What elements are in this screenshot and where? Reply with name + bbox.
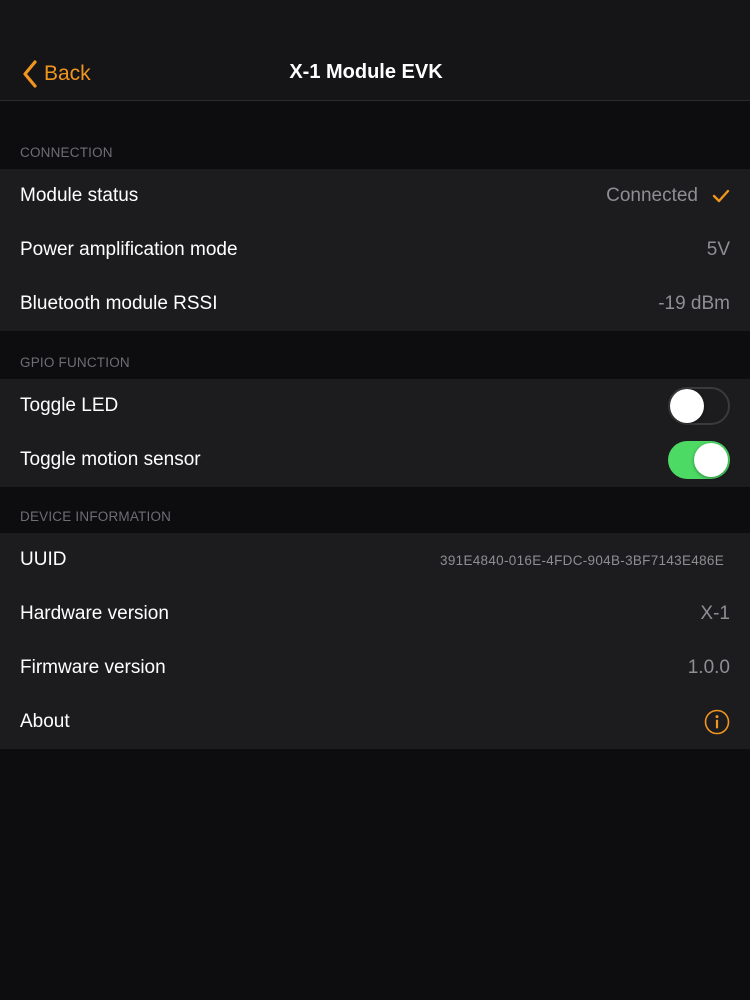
rssi-label: Bluetooth module RSSI [20,293,218,314]
toggle-motion-switch[interactable] [668,441,730,479]
switch-knob [694,443,728,477]
toggle-motion-label: Toggle motion sensor [20,449,201,470]
row-power-mode[interactable]: Power amplification mode 5V [0,223,750,277]
row-toggle-led: Toggle LED [0,379,750,433]
module-status-label: Module status [20,185,139,206]
row-module-status[interactable]: Module status Connected [0,169,750,223]
switch-knob [670,389,704,423]
row-about[interactable]: About [0,695,750,749]
module-status-value: Connected [606,185,698,206]
group-device: UUID 391E4840-016E-4FDC-904B-3BF7143E486… [0,533,750,749]
power-mode-label: Power amplification mode [20,239,238,260]
uuid-label: UUID [20,549,67,570]
firmware-version-label: Firmware version [20,657,166,678]
empty-background [0,752,750,1000]
section-header-connection: CONNECTION [0,123,750,169]
page-title: X-1 Module EVK [289,61,443,83]
about-label: About [20,711,70,732]
toggle-led-switch[interactable] [668,387,730,425]
top-spacer [0,101,750,123]
row-rssi: Bluetooth module RSSI -19 dBm [0,277,750,331]
row-toggle-motion: Toggle motion sensor [0,433,750,487]
hardware-version-label: Hardware version [20,603,169,624]
row-firmware-version: Firmware version 1.0.0 [0,641,750,695]
row-hardware-version: Hardware version X-1 [0,587,750,641]
checkmark-icon [712,189,730,203]
module-status-value-wrap: Connected [606,185,730,207]
info-icon[interactable] [704,709,730,735]
power-mode-value: 5V [706,239,730,260]
rssi-value: -19 dBm [658,293,730,314]
section-header-device: DEVICE INFORMATION [0,487,750,533]
section-header-gpio: GPIO FUNCTION [0,333,750,379]
group-gpio: Toggle LED Toggle motion sensor [0,379,750,487]
firmware-version-value: 1.0.0 [687,657,730,678]
toggle-led-label: Toggle LED [20,395,119,416]
uuid-value: 391E4840-016E-4FDC-904B-3BF7143E486E [440,552,724,568]
navigation-bar: Back X-1 Module EVK [0,0,750,101]
group-connection: Module status Connected Power amplificat… [0,169,750,331]
hardware-version-value: X-1 [700,603,730,624]
row-uuid: UUID 391E4840-016E-4FDC-904B-3BF7143E486… [0,533,750,587]
